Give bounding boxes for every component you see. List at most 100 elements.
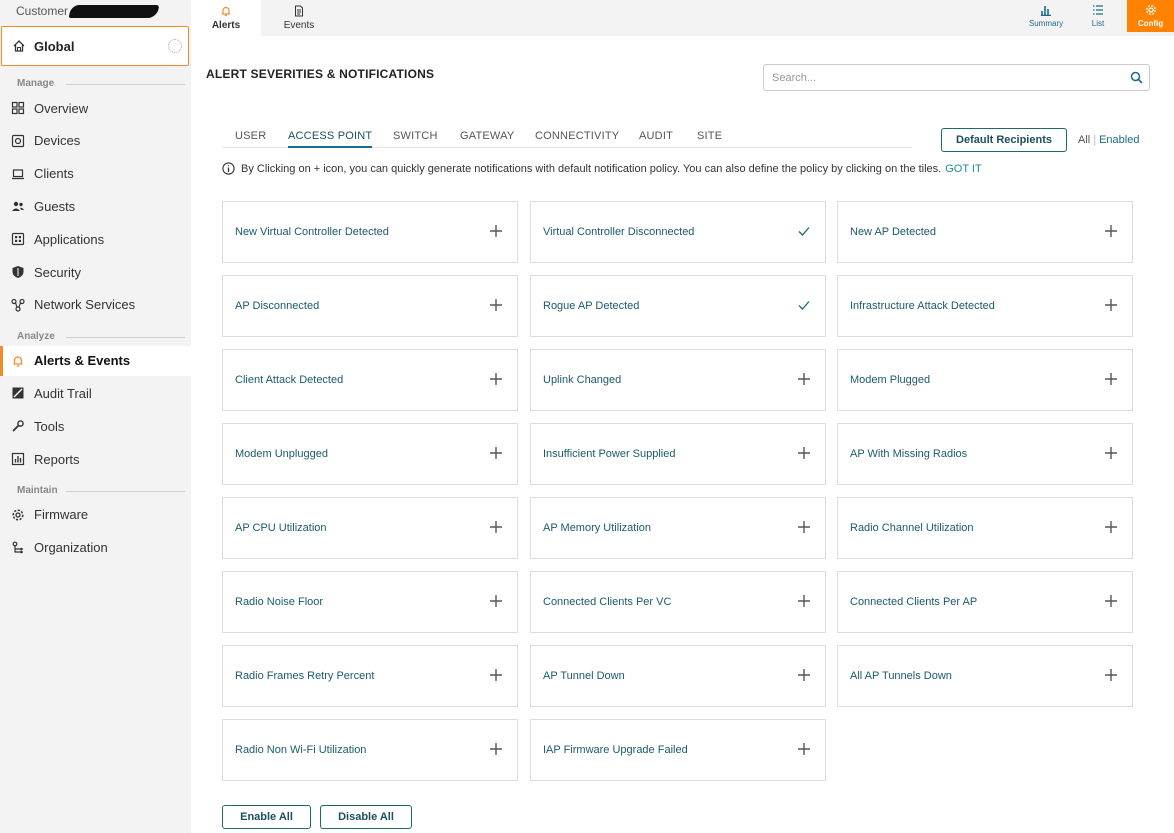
config-button[interactable]: Config bbox=[1127, 0, 1174, 32]
sidebar-item-label: Firmware bbox=[34, 507, 89, 523]
tab-access-point[interactable]: ACCESS POINT bbox=[288, 130, 373, 148]
alert-tile[interactable]: IAP Firmware Upgrade Failed bbox=[530, 719, 826, 781]
alert-tile[interactable]: Radio Non Wi-Fi Utilization bbox=[222, 719, 518, 781]
plus-icon[interactable] bbox=[489, 224, 503, 238]
plus-icon[interactable] bbox=[489, 372, 503, 386]
search-input[interactable] bbox=[764, 65, 1104, 90]
got-it-link[interactable]: GOT IT bbox=[945, 163, 981, 175]
tab-gateway[interactable]: GATEWAY bbox=[460, 130, 514, 142]
filter-all-link[interactable]: All bbox=[1078, 134, 1090, 146]
sidebar-item-reports[interactable]: Reports bbox=[0, 444, 191, 474]
plus-icon[interactable] bbox=[1104, 224, 1118, 238]
alert-tile-label: Virtual Controller Disconnected bbox=[543, 226, 695, 238]
alert-tile[interactable]: AP Memory Utilization bbox=[530, 497, 826, 559]
config-label: Config bbox=[1137, 19, 1164, 28]
alert-tile[interactable]: Virtual Controller Disconnected bbox=[530, 201, 826, 263]
sidebar-item-security[interactable]: Security bbox=[0, 257, 191, 287]
sidebar-item-label: Network Services bbox=[34, 297, 136, 313]
sidebar-item-label: Alerts & Events bbox=[34, 353, 131, 369]
alert-tile[interactable]: AP CPU Utilization bbox=[222, 497, 518, 559]
alert-tile-label: Radio Noise Floor bbox=[235, 596, 324, 608]
enable-all-button[interactable]: Enable All bbox=[222, 805, 311, 829]
alert-tile[interactable]: Radio Channel Utilization bbox=[837, 497, 1133, 559]
check-icon[interactable] bbox=[797, 298, 811, 312]
plus-icon[interactable] bbox=[797, 372, 811, 386]
plus-icon[interactable] bbox=[1104, 446, 1118, 460]
tab-alerts[interactable]: Alerts bbox=[191, 0, 261, 36]
alert-tile[interactable]: All AP Tunnels Down bbox=[837, 645, 1133, 707]
sidebar-item-clients[interactable]: Clients bbox=[0, 159, 191, 189]
plus-icon[interactable] bbox=[1104, 298, 1118, 312]
sidebar-item-label: Reports bbox=[34, 451, 80, 467]
plus-icon[interactable] bbox=[797, 742, 811, 756]
alert-tile[interactable]: New AP Detected bbox=[837, 201, 1133, 263]
plus-icon[interactable] bbox=[489, 742, 503, 756]
sidebar-item-guests[interactable]: Guests bbox=[0, 191, 191, 221]
report-icon bbox=[11, 452, 25, 466]
plus-icon[interactable] bbox=[1104, 668, 1118, 682]
summary-button[interactable]: Summary bbox=[1021, 0, 1071, 32]
plus-icon[interactable] bbox=[1104, 372, 1118, 386]
alert-tile-label: Rogue AP Detected bbox=[543, 300, 640, 312]
alert-tile[interactable]: Insufficient Power Supplied bbox=[530, 423, 826, 485]
alert-tile[interactable]: Connected Clients Per VC bbox=[530, 571, 826, 633]
sidebar-item-label: Guests bbox=[34, 198, 76, 214]
plus-icon[interactable] bbox=[797, 520, 811, 534]
section-heading-label: Manage bbox=[17, 78, 55, 89]
plus-icon[interactable] bbox=[489, 594, 503, 608]
list-button[interactable]: List bbox=[1073, 0, 1123, 32]
sidebar-item-tools[interactable]: Tools bbox=[0, 411, 191, 441]
plus-icon[interactable] bbox=[489, 446, 503, 460]
info-icon bbox=[222, 162, 235, 175]
page-title: ALERT SEVERITIES & NOTIFICATIONS bbox=[206, 67, 435, 81]
alert-tile-label: IAP Firmware Upgrade Failed bbox=[543, 744, 688, 756]
alert-tile[interactable]: Uplink Changed bbox=[530, 349, 826, 411]
sidebar-item-alerts-events[interactable]: Alerts & Events bbox=[0, 345, 191, 376]
alert-tile[interactable]: New Virtual Controller Detected bbox=[222, 201, 518, 263]
sidebar-item-firmware[interactable]: Firmware bbox=[0, 500, 191, 530]
alert-tile[interactable]: Modem Unplugged bbox=[222, 423, 518, 485]
alert-tile-label: All AP Tunnels Down bbox=[850, 670, 952, 682]
sidebar-item-organization[interactable]: Organization bbox=[0, 533, 191, 563]
sidebar-item-network-services[interactable]: Network Services bbox=[0, 290, 191, 320]
tab-user[interactable]: USER bbox=[235, 130, 266, 142]
tab-site[interactable]: SITE bbox=[697, 130, 722, 142]
disable-all-button[interactable]: Disable All bbox=[320, 805, 412, 829]
alert-tile[interactable]: Radio Frames Retry Percent bbox=[222, 645, 518, 707]
alert-tile[interactable]: Client Attack Detected bbox=[222, 349, 518, 411]
scope-selector[interactable]: Global bbox=[1, 26, 189, 66]
category-tabs: USER ACCESS POINT SWITCH GATEWAY CONNECTIVIT… bbox=[222, 128, 912, 148]
sidebar-item-applications[interactable]: Applications bbox=[0, 224, 191, 254]
alert-tile[interactable]: Radio Noise Floor bbox=[222, 571, 518, 633]
alert-tile[interactable]: Modem Plugged bbox=[837, 349, 1133, 411]
sidebar-item-label: Audit Trail bbox=[34, 385, 92, 401]
plus-icon[interactable] bbox=[489, 668, 503, 682]
scope-label: Global bbox=[34, 38, 75, 54]
alert-tile[interactable]: Connected Clients Per AP bbox=[837, 571, 1133, 633]
sidebar-item-audit-trail[interactable]: Audit Trail bbox=[0, 378, 191, 408]
plus-icon[interactable] bbox=[797, 446, 811, 460]
sidebar-item-overview[interactable]: Overview bbox=[0, 93, 191, 123]
tab-audit[interactable]: AUDIT bbox=[639, 130, 673, 142]
tab-events[interactable]: Events bbox=[269, 0, 329, 36]
plus-icon[interactable] bbox=[797, 594, 811, 608]
default-recipients-button[interactable]: Default Recipients bbox=[941, 128, 1067, 152]
plus-icon[interactable] bbox=[797, 668, 811, 682]
plus-icon[interactable] bbox=[489, 520, 503, 534]
sidebar-item-devices[interactable]: Devices bbox=[0, 126, 191, 156]
alert-tile[interactable]: Rogue AP Detected bbox=[530, 275, 826, 337]
list-label: List bbox=[1091, 19, 1105, 28]
alert-tile[interactable]: Infrastructure Attack Detected bbox=[837, 275, 1133, 337]
alert-tile-label: Radio Channel Utilization bbox=[850, 522, 974, 534]
alert-tile[interactable]: AP Disconnected bbox=[222, 275, 518, 337]
tab-switch[interactable]: SWITCH bbox=[393, 130, 438, 142]
tab-connectivity[interactable]: CONNECTIVITY bbox=[535, 130, 619, 142]
alert-tile[interactable]: AP With Missing Radios bbox=[837, 423, 1133, 485]
alert-tile[interactable]: AP Tunnel Down bbox=[530, 645, 826, 707]
search-icon[interactable] bbox=[1130, 71, 1143, 84]
plus-icon[interactable] bbox=[489, 298, 503, 312]
check-icon[interactable] bbox=[797, 224, 811, 238]
plus-icon[interactable] bbox=[1104, 594, 1118, 608]
filter-enabled-link[interactable]: Enabled bbox=[1099, 134, 1139, 146]
plus-icon[interactable] bbox=[1104, 520, 1118, 534]
